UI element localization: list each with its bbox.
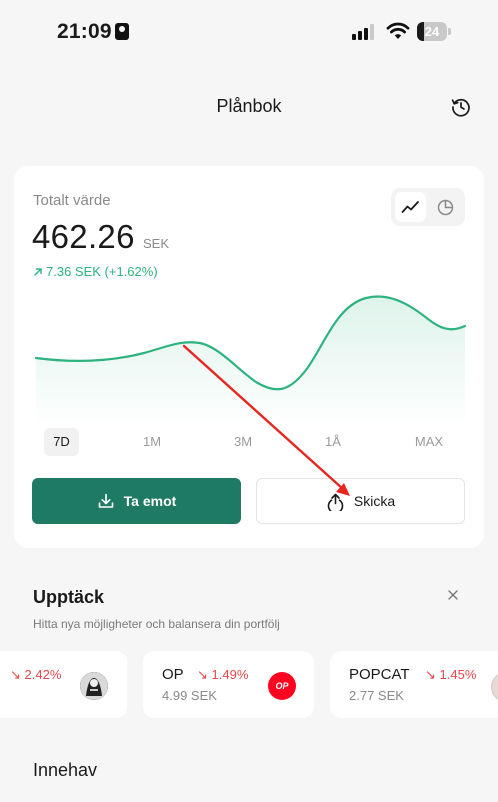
page-title: Plånbok <box>216 96 282 116</box>
total-currency: SEK <box>143 236 170 251</box>
chart-area <box>36 296 465 426</box>
line-chart-icon <box>401 201 419 213</box>
range-tab-max[interactable]: MAX <box>407 428 451 456</box>
receive-button-label: Ta emot <box>123 493 177 509</box>
line-chart-toggle[interactable] <box>395 192 426 222</box>
history-icon[interactable] <box>450 96 472 118</box>
battery-label: 24 <box>424 24 440 39</box>
range-tab-1y[interactable]: 1Å <box>315 428 351 456</box>
coin-card[interactable]: ↘ 2.42% <box>0 651 127 718</box>
total-value-label: Totalt värde <box>33 192 111 209</box>
receive-button[interactable]: Ta emot <box>32 478 241 524</box>
chart-type-toggle <box>391 188 465 226</box>
battery-indicator: 24 <box>417 22 451 41</box>
cellular-signal-icon <box>352 24 374 40</box>
op-logo-text: OP <box>275 681 289 691</box>
id-card-icon <box>115 23 129 40</box>
coin-card[interactable]: POPCAT ↘ 1.45% 2.77 SEK <box>330 651 498 718</box>
discover-subtitle: Hitta nya möjligheter och balansera din … <box>33 617 280 631</box>
op-logo: OP <box>268 672 296 700</box>
range-tab-7d[interactable]: 7D <box>44 428 79 456</box>
trend-down-icon: ↘ <box>197 667 208 682</box>
send-button-label: Skicka <box>353 493 396 509</box>
coin-change-value: 1.45% <box>439 667 477 682</box>
time-range-selector: 7D 1M 3M 1Å MAX <box>14 428 484 456</box>
coin-change: ↘ 1.49% <box>197 667 248 683</box>
wallet-summary-card: Totalt värde 462.26 SEK 7.36 SEK (+1.62%… <box>14 166 484 548</box>
coin-price: 2.77 SEK <box>349 688 404 703</box>
coin-price: 4.99 SEK <box>162 688 217 703</box>
trend-down-icon: ↘ <box>10 667 21 682</box>
pie-chart-icon <box>437 199 454 216</box>
send-button[interactable]: Skicka <box>256 478 465 524</box>
wifi-icon <box>386 22 410 39</box>
total-value: 462.26 <box>32 218 135 255</box>
coin-symbol: OP <box>162 666 184 683</box>
coin-change-value: 1.49% <box>211 667 249 682</box>
trend-down-icon: ↘ <box>425 667 436 682</box>
coin-change: ↘ 1.45% <box>425 667 476 683</box>
status-time: 21:09 <box>57 20 112 43</box>
coin-change: ↘ 2.42% <box>10 667 61 683</box>
popcat-logo <box>491 672 498 702</box>
range-tab-3m[interactable]: 3M <box>225 428 261 456</box>
pie-chart-toggle[interactable] <box>430 192 461 222</box>
coin-card[interactable]: OP ↘ 1.49% 4.99 SEK OP <box>143 651 314 718</box>
holdings-title: Innehav <box>33 760 98 780</box>
coin-logo-monochrome <box>80 672 108 700</box>
download-icon <box>98 493 113 508</box>
coin-change-value: 2.42% <box>24 667 62 682</box>
upload-icon <box>327 493 344 511</box>
portfolio-line-chart <box>34 295 467 426</box>
range-tab-1m[interactable]: 1M <box>134 428 170 456</box>
close-icon[interactable] <box>445 587 461 603</box>
discover-title: Upptäck <box>33 587 105 607</box>
coin-symbol: POPCAT <box>349 666 410 683</box>
status-bar: 21:09 24 <box>0 0 498 64</box>
